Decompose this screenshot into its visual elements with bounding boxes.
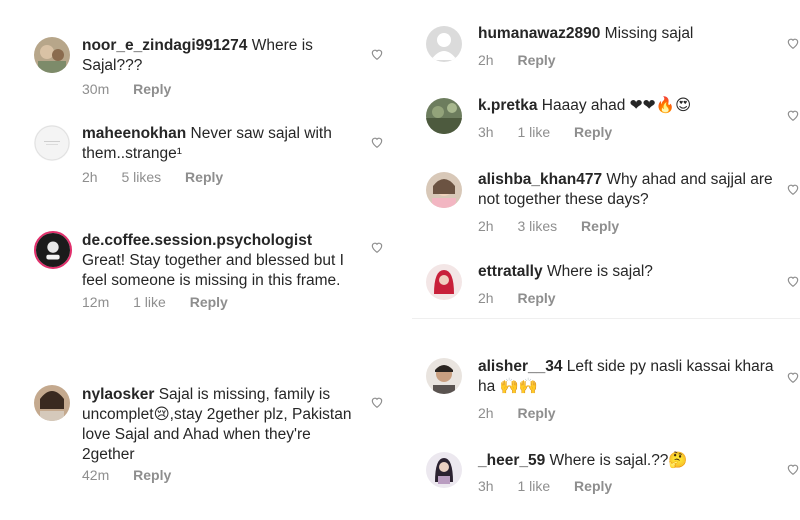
- comment-time: 2h: [478, 218, 494, 234]
- comment-username[interactable]: alishba_khan477: [478, 171, 602, 188]
- comment-text: Missing sajal: [604, 25, 694, 42]
- avatar[interactable]: [426, 452, 462, 488]
- comment-username[interactable]: maheenokhan: [82, 125, 186, 142]
- comment-time: 3h: [478, 478, 494, 494]
- reply-button[interactable]: Reply: [133, 467, 171, 483]
- comment-username[interactable]: nylaosker: [82, 386, 154, 403]
- reply-button[interactable]: Reply: [517, 405, 555, 421]
- comment-likes[interactable]: 1 like: [133, 294, 166, 310]
- heart-outline-icon[interactable]: [786, 462, 800, 476]
- avatar[interactable]: [426, 172, 462, 208]
- reply-button[interactable]: Reply: [185, 169, 223, 185]
- heart-outline-icon[interactable]: [370, 47, 384, 61]
- heart-outline-icon[interactable]: [370, 240, 384, 254]
- comment-likes[interactable]: 1 like: [517, 478, 550, 494]
- comment-text: Where is sajal?: [546, 263, 653, 280]
- comment-time: 12m: [82, 294, 110, 310]
- avatar[interactable]: [34, 37, 70, 73]
- reply-button[interactable]: Reply: [574, 478, 612, 494]
- reply-button[interactable]: Reply: [517, 290, 555, 306]
- section-divider: [412, 318, 800, 319]
- avatar[interactable]: [426, 264, 462, 300]
- comment-time: 3h: [478, 124, 494, 140]
- reply-button[interactable]: Reply: [517, 52, 555, 68]
- avatar[interactable]: [426, 98, 462, 134]
- comment-time: 42m: [82, 467, 110, 483]
- comment-time: 2h: [82, 169, 98, 185]
- heart-outline-icon[interactable]: [370, 395, 384, 409]
- avatar[interactable]: [426, 358, 462, 394]
- avatar[interactable]: [426, 26, 462, 62]
- reply-button[interactable]: Reply: [133, 81, 171, 97]
- comment-likes[interactable]: 1 like: [517, 124, 550, 140]
- comment-username[interactable]: ettratally: [478, 263, 543, 280]
- avatar[interactable]: [34, 125, 70, 161]
- comment-username[interactable]: alisher__34: [478, 358, 562, 375]
- comment-username[interactable]: de.coffee.session.psychologist: [82, 232, 312, 249]
- avatar[interactable]: [34, 385, 70, 421]
- comment-time: 2h: [478, 52, 494, 68]
- heart-outline-icon[interactable]: [786, 36, 800, 50]
- comment-username[interactable]: humanawaz2890: [478, 25, 600, 42]
- reply-button[interactable]: Reply: [581, 218, 619, 234]
- avatar[interactable]: [34, 231, 72, 269]
- comment-username[interactable]: noor_e_zindagi991274: [82, 37, 247, 54]
- comment-text: Where is sajal.??🤔: [549, 452, 688, 469]
- comment-time: 2h: [478, 405, 494, 421]
- heart-outline-icon[interactable]: [786, 182, 800, 196]
- comment-username[interactable]: k.pretka: [478, 97, 537, 114]
- comment-text: Great! Stay together and blessed but I f…: [82, 252, 344, 289]
- heart-outline-icon[interactable]: [786, 274, 800, 288]
- comment-text: Haaay ahad ❤❤🔥😍: [541, 97, 692, 114]
- comment-likes[interactable]: 3 likes: [517, 218, 557, 234]
- heart-outline-icon[interactable]: [786, 370, 800, 384]
- comment-username[interactable]: _heer_59: [478, 452, 545, 469]
- comment-time: 2h: [478, 290, 494, 306]
- comment-time: 30m: [82, 81, 110, 97]
- comment-likes[interactable]: 5 likes: [121, 169, 161, 185]
- reply-button[interactable]: Reply: [190, 294, 228, 310]
- reply-button[interactable]: Reply: [574, 124, 612, 140]
- heart-outline-icon[interactable]: [370, 135, 384, 149]
- heart-outline-icon[interactable]: [786, 108, 800, 122]
